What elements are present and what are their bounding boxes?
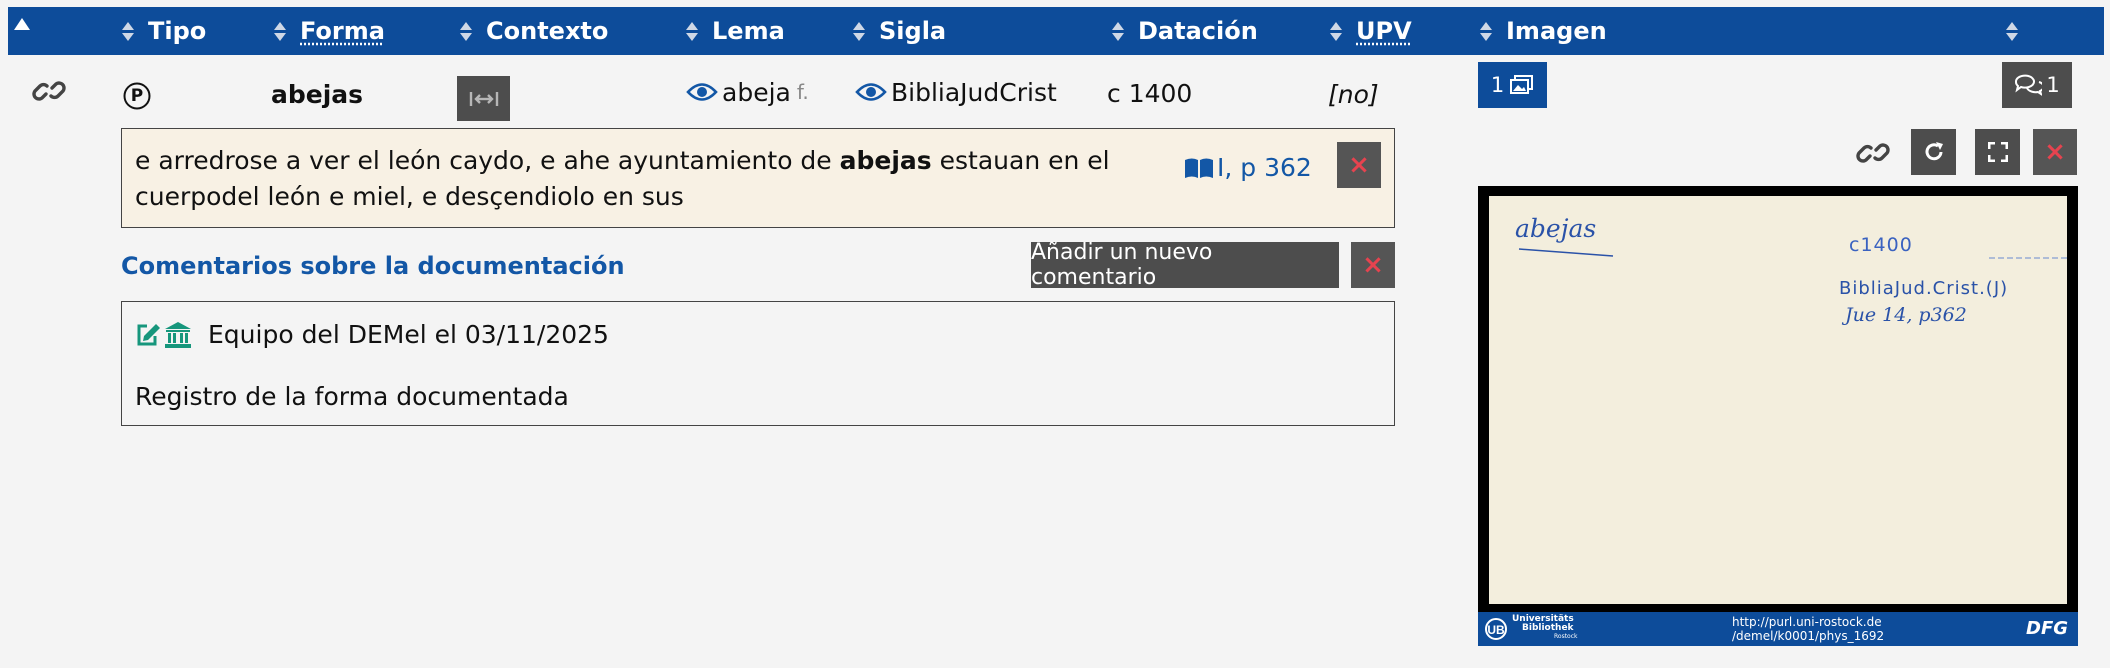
- column-header-contexto[interactable]: Contexto: [460, 7, 608, 55]
- citation-close-button[interactable]: ×: [1337, 142, 1381, 188]
- institution-icon: [164, 321, 192, 349]
- close-icon: ×: [1348, 150, 1370, 180]
- column-header-tipo[interactable]: Tipo: [122, 7, 206, 55]
- sort-icon: [686, 21, 698, 41]
- comments-count-button[interactable]: 1: [2002, 62, 2072, 108]
- image-count-button[interactable]: 1: [1478, 62, 1547, 108]
- tipo-p-icon: P: [122, 81, 152, 111]
- citation-text: e arredrose a ver el león caydo, e ahe a…: [135, 146, 1110, 211]
- close-icon: ×: [1362, 250, 1384, 280]
- edit-icon[interactable]: [135, 322, 161, 348]
- expand-horizontal-icon: [469, 91, 498, 106]
- rotate-button[interactable]: [1911, 129, 1956, 175]
- column-header-datacion[interactable]: Datación: [1112, 7, 1258, 55]
- comment-body: Registro de la forma documentada: [135, 382, 569, 411]
- column-header-forma[interactable]: Forma: [274, 7, 385, 55]
- column-header-imagen[interactable]: Imagen: [1480, 7, 1607, 55]
- document-image[interactable]: abejas c1400 BibliaJud.Crist.(J) Jue 14,…: [1478, 186, 2078, 612]
- datacion-value: c 1400: [1107, 78, 1193, 108]
- column-header-sigla[interactable]: Sigla: [853, 7, 946, 55]
- image-link-icon[interactable]: [1856, 138, 1890, 168]
- sort-icon: [460, 21, 472, 41]
- image-close-button[interactable]: ×: [2033, 129, 2077, 175]
- handwriting-source: BibliaJud.Crist.(J): [1839, 278, 2009, 299]
- eye-icon: [686, 83, 718, 101]
- column-header-upv[interactable]: UPV: [1330, 7, 1412, 55]
- permalink-icon[interactable]: [32, 76, 66, 106]
- column-header-lema[interactable]: Lema: [686, 7, 785, 55]
- university-logo-text: Universitäts Bibliothek Rostock: [1512, 614, 1578, 641]
- handwriting-date: c1400: [1849, 234, 1913, 256]
- sort-icon: [274, 21, 286, 41]
- university-logo-icon: UB: [1485, 618, 1507, 640]
- image-footer: UB Universitäts Bibliothek Rostock http:…: [1478, 612, 2078, 646]
- dfg-logo: DFG: [2026, 618, 2069, 639]
- comment-author-date: Equipo del DEMel el 03/11/2025: [208, 320, 609, 349]
- context-expand-button[interactable]: [457, 76, 510, 121]
- citation-reference-link[interactable]: I, p 362: [1184, 153, 1312, 182]
- book-open-icon: [1185, 158, 1213, 178]
- comments-heading: Comentarios sobre la documentación: [121, 252, 625, 280]
- sort-icon: [2006, 21, 2018, 41]
- comments-close-button[interactable]: ×: [1351, 242, 1395, 288]
- svg-text:UB: UB: [1487, 623, 1505, 637]
- card-markings: [1518, 248, 2067, 259]
- eye-icon: [855, 83, 887, 101]
- sort-icon: [1112, 21, 1124, 41]
- fullscreen-button[interactable]: [1975, 129, 2020, 175]
- comments-icon: [2015, 74, 2043, 96]
- add-comment-button[interactable]: Añadir un nuevo comentario: [1031, 240, 1339, 290]
- sort-icon: [1480, 21, 1492, 41]
- collapse-all-icon[interactable]: [14, 18, 30, 30]
- sort-icon: [122, 21, 134, 41]
- comment-entry: Equipo del DEMel el 03/11/2025 Registro …: [121, 301, 1395, 426]
- upv-value: [no]: [1328, 79, 1379, 109]
- handwriting-word: abejas: [1515, 214, 1597, 243]
- sigla-link[interactable]: BibliaJudCrist: [855, 72, 1057, 112]
- images-icon: [1510, 75, 1534, 94]
- lema-link[interactable]: abeja f.: [686, 72, 809, 112]
- forma-value: abejas: [271, 79, 364, 109]
- close-icon: ×: [2044, 137, 2066, 167]
- rotate-icon: [1925, 142, 1943, 161]
- column-header-extra[interactable]: [2006, 7, 2032, 55]
- table-header: Tipo Forma Contexto Lema Sigla Datación …: [8, 7, 2104, 55]
- index-card: abejas c1400 BibliaJud.Crist.(J) Jue 14,…: [1489, 196, 2067, 604]
- sort-icon: [853, 21, 865, 41]
- sort-icon: [1330, 21, 1342, 41]
- citation-box: e arredrose a ver el león caydo, e ahe a…: [121, 128, 1395, 228]
- image-source-url: http://purl.uni-rostock.de /demel/k0001/…: [1732, 615, 1885, 643]
- fullscreen-icon: [1987, 142, 2008, 162]
- handwriting-reference: Jue 14, p362: [1845, 304, 1967, 326]
